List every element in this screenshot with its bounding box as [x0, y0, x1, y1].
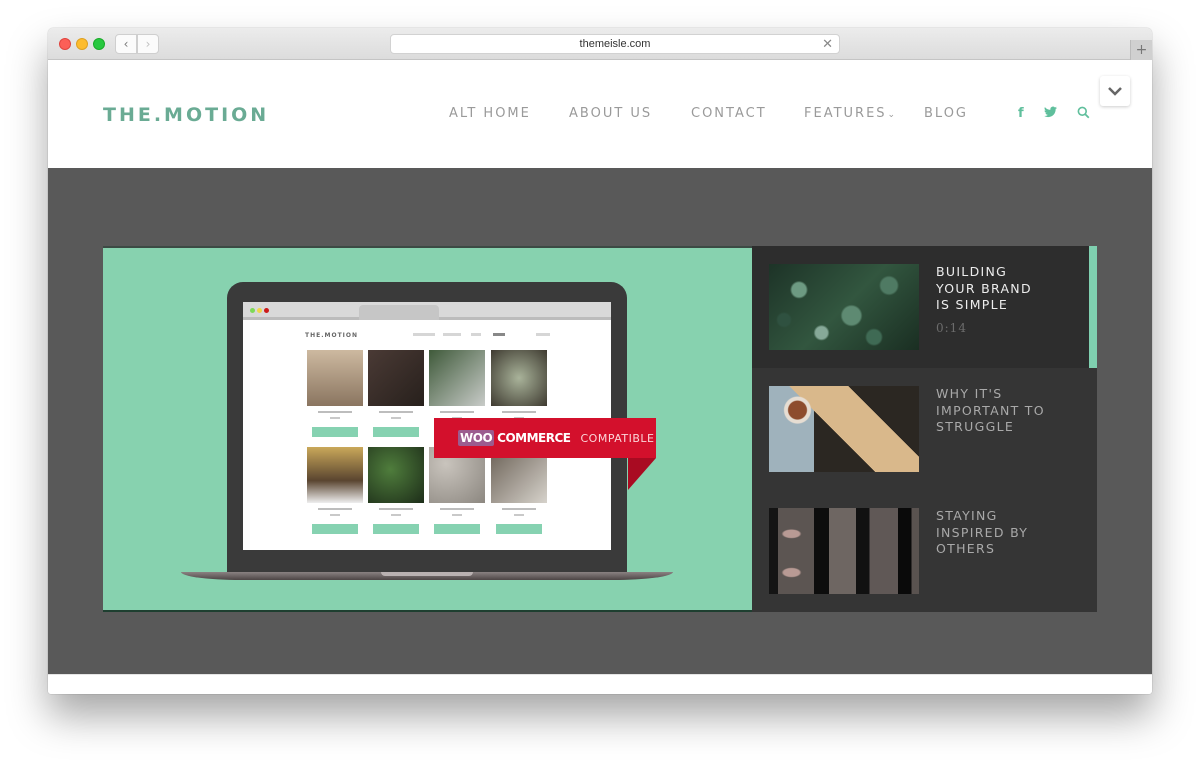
mockup-product	[368, 350, 424, 437]
hero-section: THE.MOTION WOO COMMERCE COMPATIBLE BUILD…	[48, 168, 1152, 674]
main-slide[interactable]: THE.MOTION WOO COMMERCE COMPATIBLE	[103, 246, 752, 612]
nav-item-alt-home[interactable]: ALT HOME	[449, 106, 531, 121]
twitter-icon[interactable]	[1044, 106, 1057, 122]
chevron-left-icon: ‹	[123, 37, 129, 51]
mockup-browser-bar	[243, 302, 611, 320]
nav-item-blog[interactable]: BLOG	[924, 106, 968, 121]
mockup-product	[307, 447, 363, 534]
mockup-product	[307, 350, 363, 437]
commerce-label: COMMERCE	[497, 431, 571, 445]
nav-item-features-label: FEATURES	[804, 106, 887, 121]
woocommerce-ribbon: WOO COMMERCE COMPATIBLE	[434, 418, 656, 458]
nav-item-about-us[interactable]: ABOUT US	[569, 106, 652, 121]
slide-title: WHY IT'S IMPORTANT TO STRUGGLE	[936, 386, 1045, 434]
slide-list-item[interactable]: STAYING INSPIRED BY OTHERS	[752, 490, 1097, 612]
mockup-product	[429, 447, 485, 534]
new-tab-button[interactable]: +	[1130, 40, 1152, 60]
address-bar[interactable]: themeisle.com ✕	[390, 34, 840, 54]
slide-list-item[interactable]: BUILDING YOUR BRAND IS SIMPLE 0:14	[752, 246, 1097, 368]
laptop-notch	[381, 572, 473, 576]
slide-list-item[interactable]: WHY IT'S IMPORTANT TO STRUGGLE	[752, 368, 1097, 490]
slide-time: 0:14	[936, 321, 967, 335]
chevron-right-icon: ›	[145, 37, 151, 51]
close-window-button[interactable]	[59, 38, 71, 50]
close-icon[interactable]: ✕	[822, 35, 833, 53]
woo-logo: WOO	[458, 430, 495, 446]
slide-list: BUILDING YOUR BRAND IS SIMPLE 0:14 WHY I…	[752, 246, 1097, 612]
mockup-product	[368, 447, 424, 534]
url-text: themeisle.com	[579, 38, 651, 50]
slide-title: STAYING INSPIRED BY OTHERS	[936, 508, 1029, 556]
featured-slider: THE.MOTION WOO COMMERCE COMPATIBLE BUILD…	[103, 246, 1097, 612]
chevron-down-icon	[1108, 87, 1122, 96]
forward-button[interactable]: ›	[137, 34, 159, 54]
mockup-product	[491, 447, 547, 534]
browser-window: ‹ › themeisle.com ✕ + THE.MOTION ALT HOM…	[48, 28, 1152, 694]
site-logo[interactable]: THE.MOTION	[103, 104, 269, 126]
mockup-logo: THE.MOTION	[305, 332, 359, 339]
thumbnail-image	[769, 508, 919, 594]
scroll-toggle-button[interactable]	[1100, 76, 1130, 106]
browser-titlebar: ‹ › themeisle.com ✕ +	[48, 28, 1152, 60]
site-header: THE.MOTION ALT HOME ABOUT US CONTACT FEA…	[48, 60, 1152, 168]
ribbon-tail	[628, 458, 656, 490]
page-bottom-strip	[48, 674, 1152, 694]
maximize-window-button[interactable]	[93, 38, 105, 50]
slide-title: BUILDING YOUR BRAND IS SIMPLE	[936, 264, 1032, 312]
minimize-window-button[interactable]	[76, 38, 88, 50]
chevron-down-icon: ⌄	[887, 110, 896, 120]
facebook-icon[interactable]: f	[1018, 106, 1024, 121]
search-icon[interactable]	[1077, 106, 1090, 123]
nav-item-features[interactable]: FEATURES⌄	[804, 106, 895, 121]
plus-icon: +	[1135, 42, 1148, 58]
thumbnail-image	[769, 264, 919, 350]
compatible-label: COMPATIBLE	[580, 431, 655, 445]
thumbnail-image	[769, 386, 919, 472]
back-button[interactable]: ‹	[115, 34, 137, 54]
nav-item-contact[interactable]: CONTACT	[691, 106, 767, 121]
